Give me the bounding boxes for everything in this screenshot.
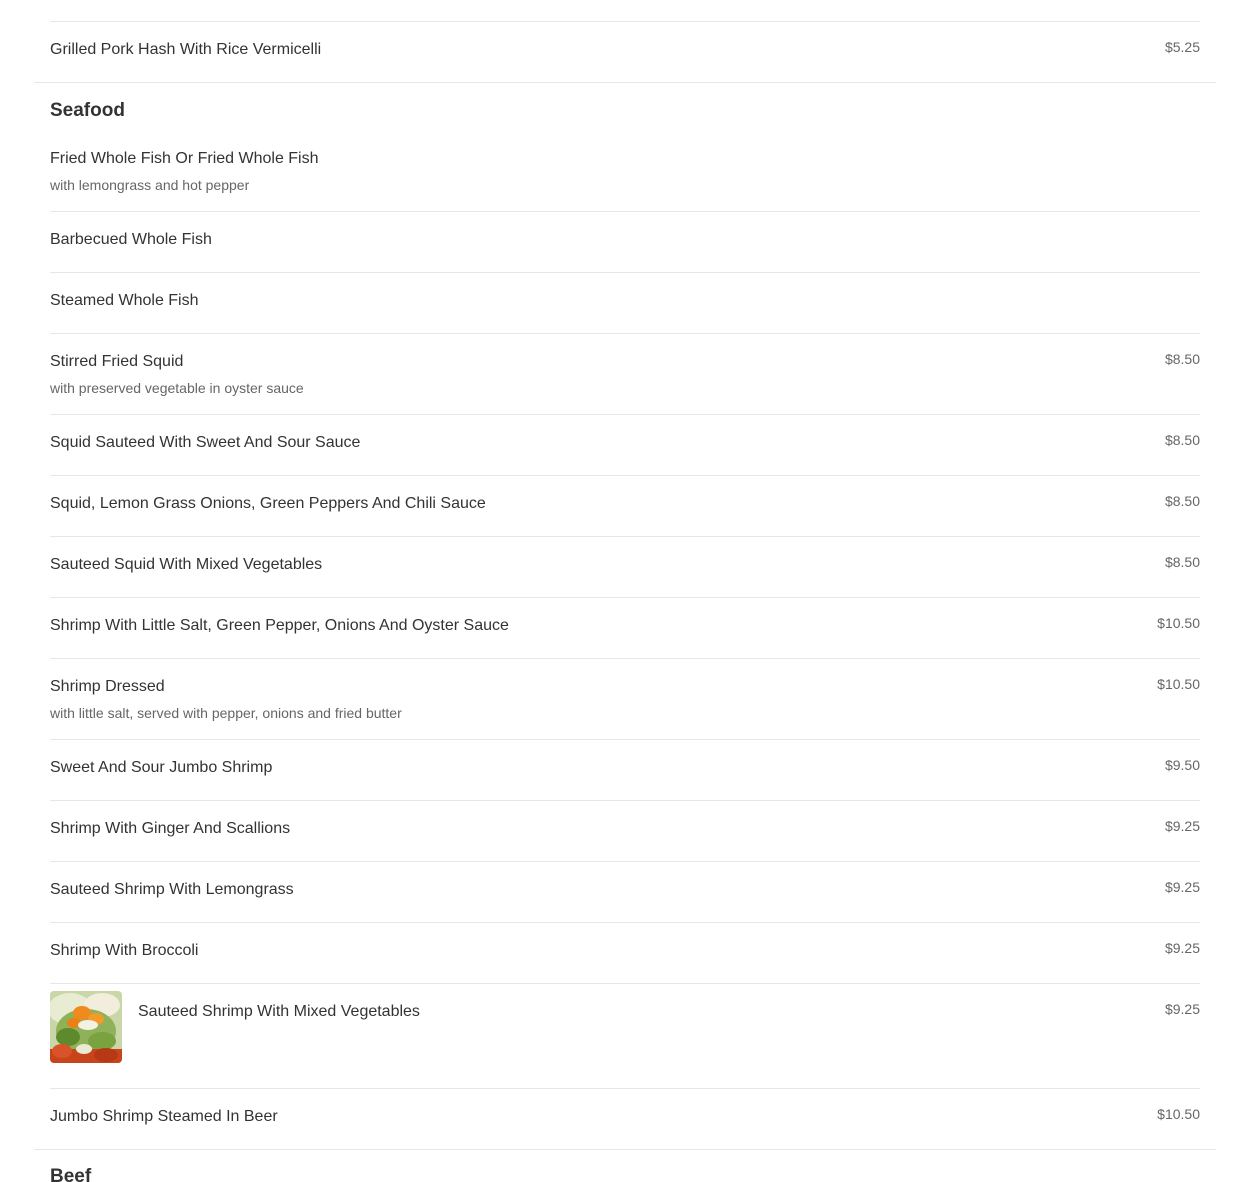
item-divider [50,658,1200,659]
item-divider [50,475,1200,476]
menu-item-price: $8.50 [1164,432,1200,448]
menu-page: Grilled Pork Hash With Rice Vermicelli $… [0,0,1250,1182]
menu-item-name: Stirred Fried Squid [50,353,184,370]
menu-item[interactable]: Shrimp Dressed with little salt, served … [50,676,1200,722]
menu-item-name: Jumbo Shrimp Steamed In Beer [50,1108,278,1125]
item-divider [50,272,1200,273]
menu-item-name: Squid Sauteed With Sweet And Sour Sauce [50,434,361,451]
menu-item-price: $9.25 [1164,940,1200,956]
menu-item[interactable]: Stirred Fried Squid with preserved veget… [50,351,1200,397]
menu-item-price: $10.50 [1157,615,1200,631]
item-divider [50,536,1200,537]
menu-item-name: Sweet And Sour Jumbo Shrimp [50,759,273,776]
menu-item[interactable]: Shrimp With Ginger And Scallions $9.25 [50,818,1200,839]
menu-item-description: with lemongrass and hot pepper [50,177,250,193]
menu-item[interactable]: Shrimp With Little Salt, Green Pepper, O… [50,615,1200,636]
menu-item[interactable]: Sweet And Sour Jumbo Shrimp $9.50 [50,757,1200,778]
menu-item[interactable]: Squid Sauteed With Sweet And Sour Sauce … [50,432,1200,453]
item-divider [50,861,1200,862]
menu-item-name: Fried Whole Fish Or Fried Whole Fish [50,150,319,167]
menu-item[interactable]: Sauteed Shrimp With Lemongrass $9.25 [50,879,1200,900]
shrimp-vegetables-photo[interactable] [50,991,122,1063]
menu-item[interactable]: Grilled Pork Hash With Rice Vermicelli $… [50,39,1200,60]
menu-item-price: $5.25 [1164,39,1200,55]
menu-item[interactable]: Barbecued Whole Fish [50,230,1200,250]
section-divider [34,1149,1216,1150]
menu-item-name: Grilled Pork Hash With Rice Vermicelli [50,41,322,58]
menu-item-name: Barbecued Whole Fish [50,231,212,248]
menu-item-price: $10.50 [1157,676,1200,692]
menu-item-description: with little salt, served with pepper, on… [50,705,402,721]
menu-item[interactable]: Squid, Lemon Grass Onions, Green Peppers… [50,493,1200,514]
divider [50,21,1200,22]
menu-item-price: $10.50 [1157,1106,1200,1122]
menu-item-name: Shrimp With Broccoli [50,942,199,959]
menu-item[interactable]: Fried Whole Fish Or Fried Whole Fish wit… [50,149,1200,194]
menu-item-name: Shrimp With Little Salt, Green Pepper, O… [50,617,509,634]
menu-item[interactable]: Steamed Whole Fish [50,291,1200,311]
item-divider [50,739,1200,740]
menu-item-name: Sauteed Squid With Mixed Vegetables [50,556,323,573]
menu-item-price: $9.25 [1164,879,1200,895]
item-divider [50,922,1200,923]
item-divider [50,333,1200,334]
menu-item[interactable]: Sauteed Squid With Mixed Vegetables $8.5… [50,554,1200,575]
menu-item-name: Steamed Whole Fish [50,292,199,309]
item-divider [50,211,1200,212]
item-divider [50,414,1200,415]
menu-item[interactable]: Shrimp With Broccoli $9.25 [50,940,1200,961]
menu-item-price: $8.50 [1164,493,1200,509]
menu-item-name: Shrimp With Ginger And Scallions [50,820,291,837]
menu-item-description: with preserved vegetable in oyster sauce [50,380,304,396]
item-divider [50,983,1200,984]
section-title-seafood: Seafood [50,100,125,121]
menu-item-name: Sauteed Shrimp With Lemongrass [50,881,294,898]
menu-item-name: Shrimp Dressed [50,678,165,695]
menu-item-name: Squid, Lemon Grass Onions, Green Peppers… [50,495,486,512]
item-divider [50,597,1200,598]
menu-item[interactable]: Jumbo Shrimp Steamed In Beer $10.50 [50,1106,1200,1127]
menu-item-price: $9.25 [1164,818,1200,834]
menu-item-price: $8.50 [1164,554,1200,570]
menu-item-name: Sauteed Shrimp With Mixed Vegetables [138,1003,420,1020]
menu-item-price: $8.50 [1164,351,1200,367]
section-divider [34,82,1216,83]
menu-item-price: $9.50 [1164,757,1200,773]
item-divider [50,800,1200,801]
item-divider [50,1088,1200,1089]
section-title-beef: Beef [50,1166,92,1182]
menu-item-price: $9.25 [1164,1001,1200,1017]
